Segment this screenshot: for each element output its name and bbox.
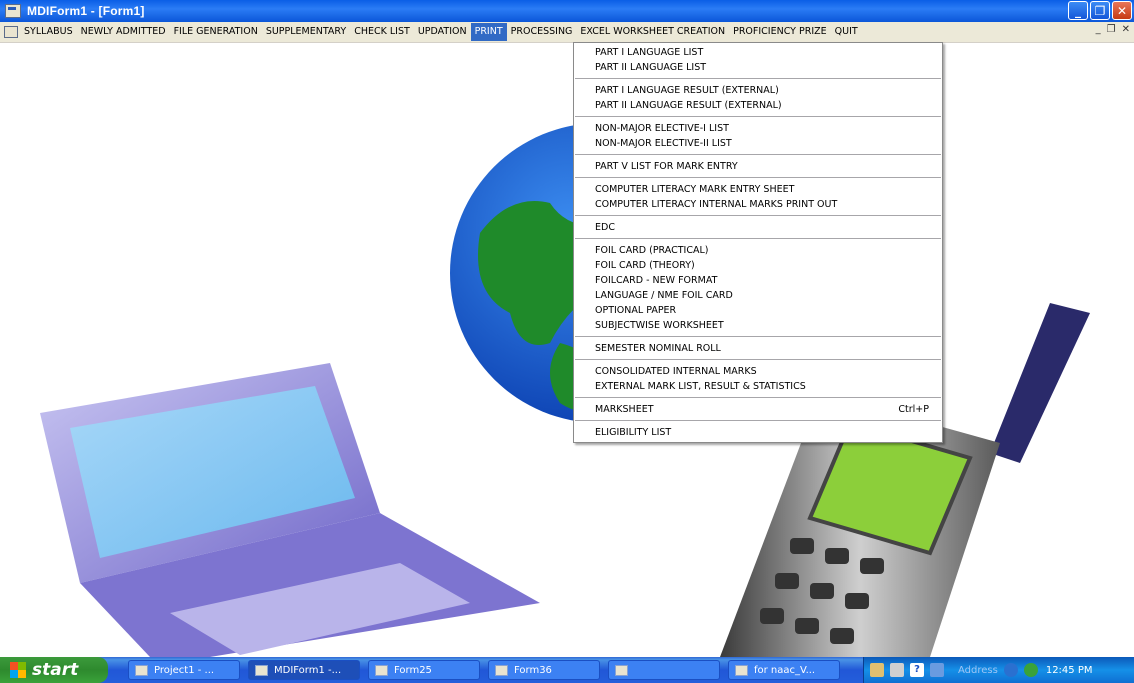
document-icon — [735, 664, 748, 676]
windows-logo-icon — [10, 662, 26, 678]
menu-item-part-v-list[interactable]: PART V LIST FOR MARK ENTRY — [574, 159, 942, 174]
title-bar[interactable]: MDIForm1 - [Form1] _ ❐ ✕ — [0, 0, 1134, 22]
menu-separator — [575, 116, 941, 118]
menu-excel-worksheet-creation[interactable]: EXCEL WORKSHEET CREATION — [576, 23, 729, 41]
taskbar-button-form36[interactable]: Form36 — [488, 660, 600, 680]
taskbar-button-label: Project1 - ... — [154, 664, 215, 676]
start-label: start — [32, 660, 79, 680]
menu-item-part-ii-language-result[interactable]: PART II LANGUAGE RESULT (EXTERNAL) — [574, 98, 942, 113]
menu-separator — [575, 397, 941, 399]
menu-item-foil-card-practical[interactable]: FOIL CARD (PRACTICAL) — [574, 243, 942, 258]
menu-separator — [575, 177, 941, 179]
taskbar-button-for-naac[interactable]: for naac_V... — [728, 660, 840, 680]
taskbar-button-project1[interactable]: Project1 - ... — [128, 660, 240, 680]
menu-item-part-ii-language-list[interactable]: PART II LANGUAGE LIST — [574, 60, 942, 75]
taskbar-button-form25[interactable]: Form25 — [368, 660, 480, 680]
menu-item-part-i-language-result[interactable]: PART I LANGUAGE RESULT (EXTERNAL) — [574, 83, 942, 98]
system-tray: ? Address 12:45 PM — [863, 657, 1134, 683]
app-icon — [375, 664, 388, 676]
child-window-icon[interactable] — [4, 26, 18, 38]
menu-print[interactable]: PRINT — [470, 23, 507, 41]
menu-item-marksheet-shortcut: Ctrl+P — [898, 404, 929, 415]
mdi-close-button[interactable]: ✕ — [1122, 24, 1130, 35]
menu-item-marksheet-label: MARKSHEET — [595, 404, 654, 415]
pen-icon[interactable] — [870, 663, 884, 677]
taskbar-button-label: for naac_V... — [754, 664, 816, 676]
menu-item-eligibility-list[interactable]: ELIGIBILITY LIST — [574, 425, 942, 440]
address-label[interactable]: Address — [958, 665, 998, 676]
restore-button[interactable]: ❐ — [1090, 1, 1110, 20]
help-icon[interactable]: ? — [910, 663, 924, 677]
menu-item-foilcard-new-format[interactable]: FOILCARD - NEW FORMAT — [574, 273, 942, 288]
minimize-button[interactable]: _ — [1068, 1, 1088, 20]
mdi-child-controls: _ ❐ ✕ — [1096, 24, 1130, 35]
menu-item-semester-nominal-roll[interactable]: SEMESTER NOMINAL ROLL — [574, 341, 942, 356]
menu-item-consolidated-internal-marks[interactable]: CONSOLIDATED INTERNAL MARKS — [574, 364, 942, 379]
taskbar-button-label: Form25 — [394, 664, 432, 676]
menu-item-marksheet[interactable]: MARKSHEET Ctrl+P — [574, 402, 942, 417]
window-controls: _ ❐ ✕ — [1068, 1, 1132, 20]
menu-item-subjectwise-worksheet[interactable]: SUBJECTWISE WORKSHEET — [574, 318, 942, 333]
mdi-restore-button[interactable]: ❐ — [1107, 24, 1116, 35]
menu-check-list[interactable]: CHECK LIST — [350, 23, 414, 41]
mdi-minimize-button[interactable]: _ — [1096, 24, 1101, 35]
app-icon — [135, 664, 148, 676]
mdi-client-area — [0, 43, 1134, 657]
menu-item-part-i-language-list[interactable]: PART I LANGUAGE LIST — [574, 45, 942, 60]
menu-separator — [575, 336, 941, 338]
menu-processing[interactable]: PROCESSING — [507, 23, 577, 41]
taskbar: start Project1 - ... MDIForm1 -... Form2… — [0, 657, 1134, 683]
menu-item-non-major-elective-i-list[interactable]: NON-MAJOR ELECTIVE-I LIST — [574, 121, 942, 136]
menu-syllabus[interactable]: SYLLABUS — [20, 23, 77, 41]
menu-file-generation[interactable]: FILE GENERATION — [170, 23, 262, 41]
menu-separator — [575, 359, 941, 361]
menu-item-non-major-elective-ii-list[interactable]: NON-MAJOR ELECTIVE-II LIST — [574, 136, 942, 151]
menu-item-external-mark-list[interactable]: EXTERNAL MARK LIST, RESULT & STATISTICS — [574, 379, 942, 394]
menu-item-computer-literacy-internal-marks[interactable]: COMPUTER LITERACY INTERNAL MARKS PRINT O… — [574, 197, 942, 212]
laptop-image — [40, 363, 540, 657]
start-button[interactable]: start — [0, 657, 108, 683]
menu-bar: SYLLABUS NEWLY ADMITTED FILE GENERATION … — [0, 22, 1134, 43]
menu-proficiency-prize[interactable]: PROFICIENCY PRIZE — [729, 23, 831, 41]
menu-separator — [575, 420, 941, 422]
background-illustration — [40, 123, 1090, 657]
network-icon[interactable] — [930, 663, 944, 677]
clock[interactable]: 12:45 PM — [1046, 665, 1093, 676]
back-arrow-icon[interactable] — [1003, 663, 1018, 677]
window-title: MDIForm1 - [Form1] — [27, 4, 145, 18]
menu-separator — [575, 78, 941, 80]
app-icon — [495, 664, 508, 676]
keyboard-icon[interactable] — [890, 663, 904, 677]
taskbar-button-untitled[interactable] — [608, 660, 720, 680]
app-icon — [255, 664, 268, 676]
menu-item-language-nme-foil-card[interactable]: LANGUAGE / NME FOIL CARD — [574, 288, 942, 303]
menu-separator — [575, 215, 941, 217]
app-icon — [615, 664, 628, 676]
menu-separator — [575, 238, 941, 240]
menu-item-foil-card-theory[interactable]: FOIL CARD (THEORY) — [574, 258, 942, 273]
taskbar-button-mdiform1[interactable]: MDIForm1 -... — [248, 660, 360, 680]
menu-separator — [575, 154, 941, 156]
menu-item-computer-literacy-mark-entry[interactable]: COMPUTER LITERACY MARK ENTRY SHEET — [574, 182, 942, 197]
app-icon[interactable] — [5, 4, 21, 18]
menu-updation[interactable]: UPDATION — [414, 23, 471, 41]
print-menu-dropdown: PART I LANGUAGE LIST PART II LANGUAGE LI… — [573, 42, 943, 443]
taskbar-button-label: MDIForm1 -... — [274, 664, 342, 676]
go-icon[interactable] — [1023, 663, 1038, 677]
close-button[interactable]: ✕ — [1112, 1, 1132, 20]
taskbar-button-label: Form36 — [514, 664, 552, 676]
menu-item-optional-paper[interactable]: OPTIONAL PAPER — [574, 303, 942, 318]
menu-quit[interactable]: QUIT — [831, 23, 862, 41]
menu-item-edc[interactable]: EDC — [574, 220, 942, 235]
menu-newly-admitted[interactable]: NEWLY ADMITTED — [77, 23, 170, 41]
menu-supplementary[interactable]: SUPPLEMENTARY — [262, 23, 350, 41]
